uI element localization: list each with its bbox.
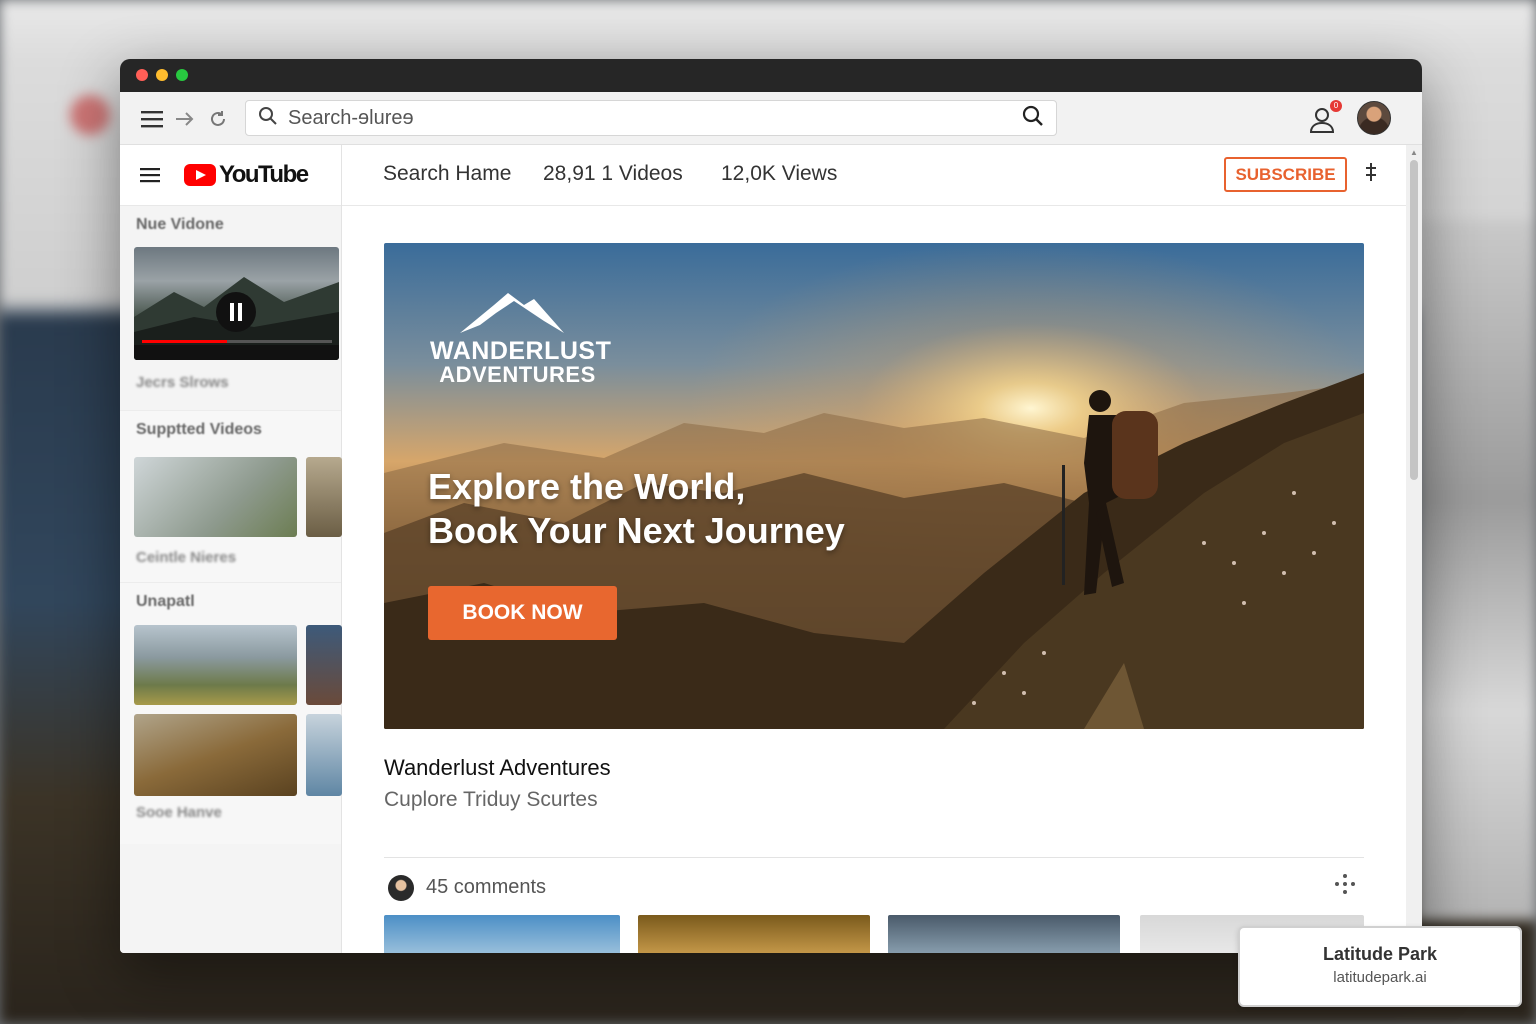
minimize-window-button[interactable] [156,69,168,81]
headline-line2: Book Your Next Journey [428,510,845,551]
browser-window: 0 YouTube Nue Vidone [120,59,1422,953]
sidebar-caption: Jecrs Slrows [136,374,229,391]
channel-header: Search Hame 28,91 1 Videos 12,0K Views S… [342,145,1406,206]
watermark-card: Latitude Park latitudepark.ai [1238,926,1522,1007]
video-player-thumbnail[interactable] [134,247,339,360]
sidebar-section-title: Nue Vidone [136,216,224,233]
notifications-button[interactable]: 0 [1308,100,1342,134]
suggested-video-thumbnail[interactable] [306,457,342,537]
video-thumbnail[interactable] [134,625,297,705]
guide-menu-icon[interactable] [140,163,160,189]
close-window-button[interactable] [136,69,148,81]
sidebar-caption: Ceintle Nieres [136,549,237,566]
related-video-thumbnail[interactable] [638,915,870,953]
watermark-name: Latitude Park [1322,944,1438,964]
sidebar-section-title: Unapatl [136,593,195,610]
youtube-wordmark: YouTube [219,161,309,188]
view-count: 12,0K Views [721,162,838,185]
search-bar[interactable] [245,100,1057,136]
video-count: 28,91 1 Videos [543,162,683,185]
sidebar-section-title: Supptted Videos [136,421,262,438]
user-avatar[interactable] [1357,101,1391,135]
hero-banner[interactable]: WANDERLUST ADVENTURES Explore the World,… [384,243,1364,729]
video-title[interactable]: Wanderlust Adventures [384,755,611,781]
more-options-icon[interactable] [1366,161,1376,187]
sidebar: YouTube Nue Vidone Jecrs Slrows Supptted… [120,145,342,953]
forward-arrow-icon[interactable] [172,106,198,132]
maximize-window-button[interactable] [176,69,188,81]
sort-comments-icon[interactable] [1334,873,1356,901]
page-scrollbar[interactable]: ▲ [1406,145,1422,953]
related-video-thumbnail[interactable] [888,915,1120,953]
notification-badge: 0 [1330,100,1342,112]
scroll-up-arrow-icon[interactable]: ▲ [1410,148,1418,157]
search-icon [258,106,278,131]
background-panel [1416,220,1536,920]
sidebar-section-new-videos: Nue Vidone Jecrs Slrows [120,206,341,410]
main-content: Search Hame 28,91 1 Videos 12,0K Views S… [342,145,1406,953]
brand-logo: WANDERLUST ADVENTURES [430,291,612,387]
channel-title[interactable]: Search Hame [383,162,511,186]
video-thumbnail[interactable] [306,714,342,796]
headline-line1: Explore the World, [428,466,746,507]
subscribe-button[interactable]: SUBSCRIBE [1224,157,1347,192]
sidebar-section-suggested: Supptted Videos Ceintle Nieres [120,410,342,582]
related-video-thumbnail[interactable] [384,915,620,953]
title-bar [120,59,1422,92]
youtube-header: YouTube [120,145,341,206]
watermark-url: latitudepark.ai [1333,969,1427,986]
book-now-button[interactable]: BOOK NOW [428,586,617,640]
brand-name-line2: ADVENTURES [439,362,596,387]
sidebar-caption: Sooe Hanve [136,804,222,821]
menu-icon[interactable] [139,106,165,132]
suggested-video-thumbnail[interactable] [134,457,297,537]
scrollbar-thumb[interactable] [1410,160,1418,480]
video-thumbnail[interactable] [134,714,297,796]
video-subtitle: Cuplore Triduy Scurtes [384,788,598,811]
youtube-logo[interactable]: YouTube [184,161,309,189]
youtube-play-icon [184,164,216,186]
comments-count: 45 comments [426,876,547,898]
browser-toolbar: 0 [120,92,1422,145]
brand-name-line1: WANDERLUST [430,337,612,365]
hero-headline: Explore the World, Book Your Next Journe… [428,465,845,553]
video-thumbnail[interactable] [306,625,342,705]
reload-icon[interactable] [205,106,231,132]
search-input[interactable] [288,106,1022,130]
search-submit-icon[interactable] [1022,105,1044,132]
divider [384,857,1364,858]
background-decor [70,95,110,135]
commenter-avatar [388,875,414,901]
sidebar-section-unrelated: Unapatl Sooe Hanve [120,582,342,844]
